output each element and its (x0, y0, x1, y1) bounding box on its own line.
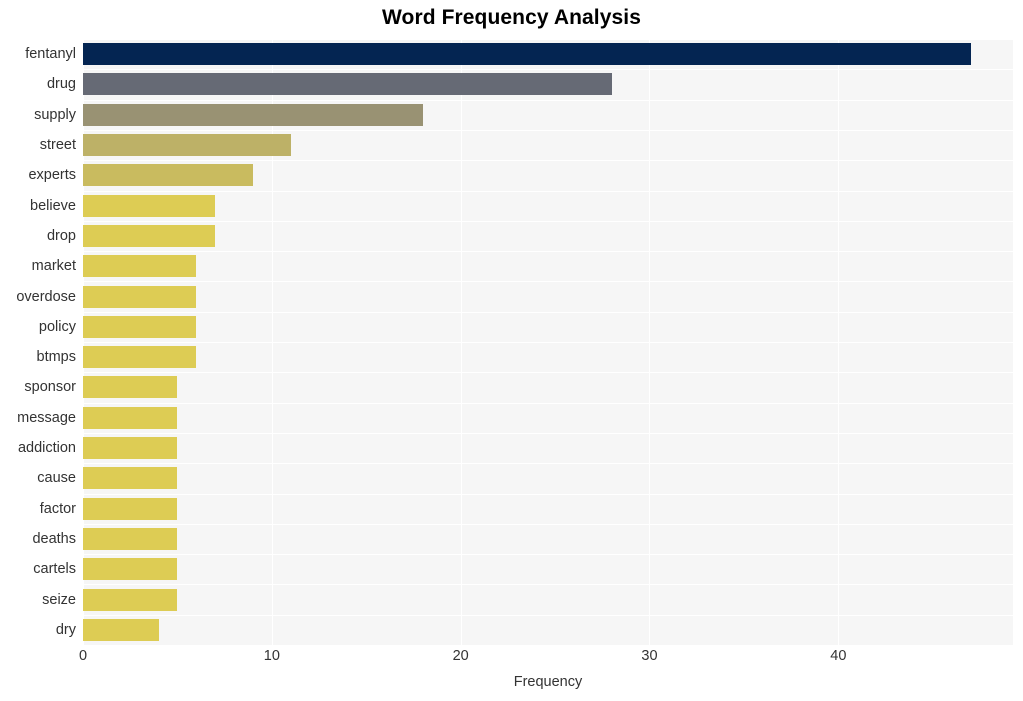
y-tick-label-fentanyl: fentanyl (25, 46, 76, 63)
bar-dry (83, 618, 159, 641)
gridline-horizontal (83, 645, 1013, 646)
y-tick-label-market: market (31, 258, 76, 275)
bar-addiction (83, 437, 178, 460)
y-tick-label-street: street (39, 137, 76, 154)
x-tick-label-30: 30 (641, 648, 658, 664)
bar-cartels (83, 558, 178, 581)
y-tick-label-dry: dry (55, 621, 76, 638)
y-tick-label-addiction: addiction (17, 440, 76, 457)
bar-sponsor (83, 376, 178, 399)
y-tick-label-supply: supply (34, 106, 76, 123)
bars-layer (83, 39, 1013, 645)
y-axis-tick-labels: fentanyl drug supply street experts believe dr… (0, 39, 76, 645)
bar-deaths (83, 527, 178, 550)
bar-fentanyl (83, 43, 971, 66)
bar-drug (83, 73, 612, 96)
y-tick-label-cause: cause (37, 470, 76, 487)
y-tick-label-sponsor: sponsor (24, 379, 76, 396)
bar-drop (83, 224, 216, 247)
x-tick-label-0: 0 (78, 648, 88, 664)
x-tick-label-20: 20 (452, 648, 469, 664)
bar-factor (83, 497, 178, 520)
bar-cause (83, 467, 178, 490)
bar-street (83, 134, 291, 157)
word-frequency-chart: Word Frequency Analysis fentanyl drug supp… (0, 0, 1023, 701)
y-tick-label-drop: drop (46, 227, 76, 244)
bar-message (83, 406, 178, 429)
x-axis-title: Frequency (513, 674, 583, 690)
y-tick-label-policy: policy (38, 318, 76, 335)
y-tick-label-message: message (17, 409, 76, 426)
bar-seize (83, 588, 178, 611)
x-tick-label-40: 40 (830, 648, 847, 664)
y-tick-label-factor: factor (39, 500, 76, 517)
y-tick-label-seize: seize (42, 591, 76, 608)
bar-policy (83, 315, 197, 338)
y-tick-label-believe: believe (30, 197, 76, 214)
x-axis-tick-labels: 0 10 20 30 40 (0, 648, 1023, 672)
y-tick-label-overdose: overdose (16, 288, 76, 305)
y-tick-label-deaths: deaths (32, 530, 76, 547)
y-tick-label-btmps: btmps (36, 349, 77, 366)
y-tick-label-cartels: cartels (33, 561, 76, 578)
chart-title: Word Frequency Analysis (381, 6, 642, 29)
bar-btmps (83, 346, 197, 369)
bar-supply (83, 103, 423, 126)
bar-market (83, 255, 197, 278)
y-tick-label-drug: drug (46, 76, 76, 93)
bar-experts (83, 164, 253, 187)
bar-overdose (83, 285, 197, 308)
x-tick-label-10: 10 (263, 648, 280, 664)
y-tick-label-experts: experts (28, 167, 76, 184)
bar-believe (83, 194, 216, 217)
